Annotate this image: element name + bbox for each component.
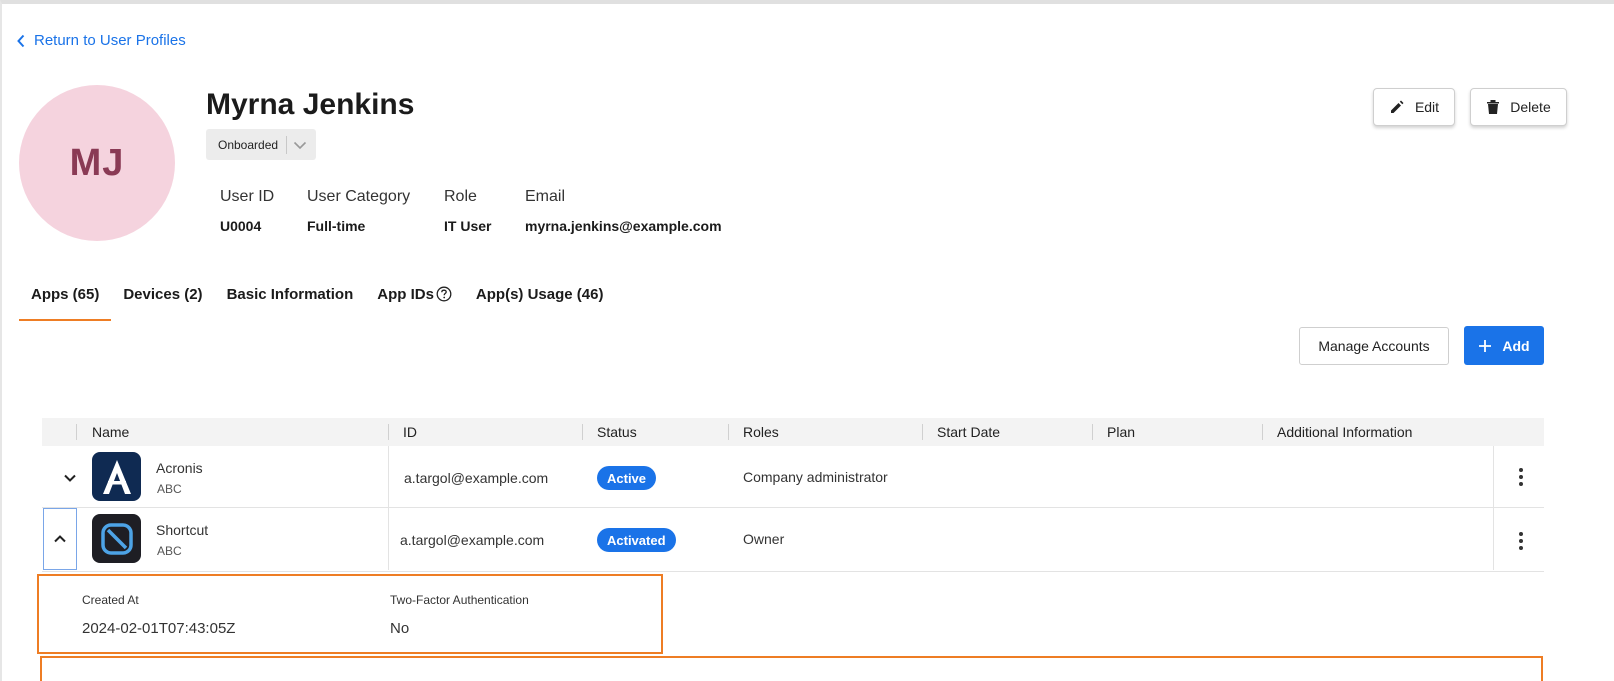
avatar-initials: MJ: [69, 141, 125, 184]
tab-app-ids[interactable]: App IDs: [365, 282, 464, 321]
delete-button[interactable]: Delete: [1470, 88, 1567, 126]
cell-divider: [388, 508, 389, 570]
table-row: Shortcut ABC a.targol@example.com Activa…: [42, 508, 1544, 572]
info-value: IT User: [444, 218, 492, 234]
column-divider[interactable]: [582, 424, 583, 440]
info-role: Role IT User: [444, 188, 491, 234]
column-header-status[interactable]: Status: [597, 424, 637, 440]
back-to-user-profiles-link[interactable]: Return to User Profiles: [16, 32, 186, 49]
column-divider[interactable]: [1262, 424, 1263, 440]
status-value: Onboarded: [218, 137, 279, 152]
chevron-down-icon: [64, 474, 76, 482]
column-divider[interactable]: [388, 424, 389, 440]
cell-divider: [388, 446, 389, 508]
tab-label: Devices (2): [123, 286, 203, 303]
tab-bar: Apps (65) Devices (2) Basic Information …: [19, 282, 615, 321]
help-circle-icon: [436, 286, 452, 302]
info-label: Email: [525, 188, 566, 205]
manage-accounts-label: Manage Accounts: [1318, 338, 1430, 354]
tab-app-usage[interactable]: App(s) Usage (46): [464, 282, 616, 321]
tab-label: Apps (65): [31, 286, 100, 303]
info-label: User ID: [220, 188, 275, 205]
dropdown-divider: [286, 135, 288, 154]
info-value: Full-time: [307, 218, 366, 234]
chevron-up-icon: [54, 535, 66, 543]
info-value: myrna.jenkins@example.com: [525, 218, 722, 234]
tab-apps[interactable]: Apps (65): [19, 282, 112, 321]
info-email: Email myrna.jenkins@example.com: [525, 188, 722, 234]
info-user-category: User Category Full-time: [307, 188, 410, 234]
cell-divider: [1493, 446, 1494, 508]
account-id: a.targol@example.com: [404, 470, 549, 486]
column-divider: [76, 424, 77, 440]
trash-icon: [1487, 100, 1500, 114]
column-divider[interactable]: [922, 424, 923, 440]
app-name[interactable]: Acronis: [156, 460, 203, 476]
app-org: ABC: [157, 482, 182, 496]
app-name[interactable]: Shortcut: [156, 522, 208, 538]
next-section-highlight: [40, 656, 1543, 681]
tab-basic-information[interactable]: Basic Information: [215, 282, 366, 321]
info-user-id: User ID U0004: [220, 188, 274, 234]
tab-label: App IDs: [377, 286, 434, 303]
column-header-id[interactable]: ID: [403, 424, 417, 440]
acronis-logo-icon: [92, 452, 141, 501]
account-id: a.targol@example.com: [400, 532, 545, 548]
tab-label: App(s) Usage (46): [475, 286, 604, 303]
detail-label-created-at: Created At: [82, 593, 139, 607]
expand-row-button[interactable]: [56, 468, 84, 488]
edit-button[interactable]: Edit: [1373, 88, 1455, 126]
column-header-additional-information[interactable]: Additional Information: [1277, 424, 1412, 440]
column-header-name[interactable]: Name: [92, 424, 129, 440]
column-divider[interactable]: [1092, 424, 1093, 440]
detail-value-two-factor: No: [390, 620, 410, 637]
column-header-roles[interactable]: Roles: [743, 424, 779, 440]
page-title: Myrna Jenkins: [206, 88, 415, 121]
app-org: ABC: [157, 544, 182, 558]
cell-divider: [1493, 508, 1494, 570]
delete-label: Delete: [1510, 99, 1551, 115]
info-label: Role: [444, 188, 477, 205]
status-badge: Active: [597, 466, 657, 490]
apps-table: Name ID Status Roles Start Date Plan Add…: [42, 418, 1544, 572]
chevron-down-icon: [293, 140, 307, 150]
manage-accounts-button[interactable]: Manage Accounts: [1299, 327, 1449, 365]
table-row: Acronis ABC a.targol@example.com Active …: [42, 446, 1544, 508]
column-divider[interactable]: [728, 424, 729, 440]
tab-devices[interactable]: Devices (2): [111, 282, 214, 321]
add-label: Add: [1502, 337, 1530, 354]
roles-value: Owner: [743, 531, 785, 547]
table-header: Name ID Status Roles Start Date Plan Add…: [42, 418, 1544, 446]
more-vert-icon[interactable]: [1518, 468, 1524, 486]
status-dropdown[interactable]: Onboarded: [206, 129, 316, 160]
info-label: User Category: [307, 188, 411, 205]
plus-icon: [1479, 339, 1492, 352]
detail-label-two-factor: Two-Factor Authentication: [390, 593, 529, 607]
chevron-left-icon: [17, 34, 25, 47]
shortcut-logo-icon: [92, 514, 141, 563]
column-header-start-date[interactable]: Start Date: [937, 424, 1000, 440]
info-value: U0004: [220, 218, 262, 234]
edit-label: Edit: [1414, 99, 1440, 115]
detail-value-created-at: 2024-02-01T07:43:05Z: [82, 620, 236, 637]
status-badge: Activated: [597, 528, 676, 552]
collapse-row-button[interactable]: [43, 508, 77, 570]
more-vert-icon[interactable]: [1518, 532, 1524, 550]
expanded-row-details: Created At 2024-02-01T07:43:05Z Two-Fact…: [37, 574, 663, 654]
pencil-icon: [1390, 100, 1404, 113]
avatar: MJ: [19, 85, 175, 241]
back-link-label: Return to User Profiles: [34, 32, 186, 49]
add-button[interactable]: Add: [1464, 326, 1544, 365]
column-header-plan[interactable]: Plan: [1107, 424, 1135, 440]
roles-value: Company administrator: [743, 469, 888, 485]
tab-label: Basic Information: [226, 286, 354, 303]
